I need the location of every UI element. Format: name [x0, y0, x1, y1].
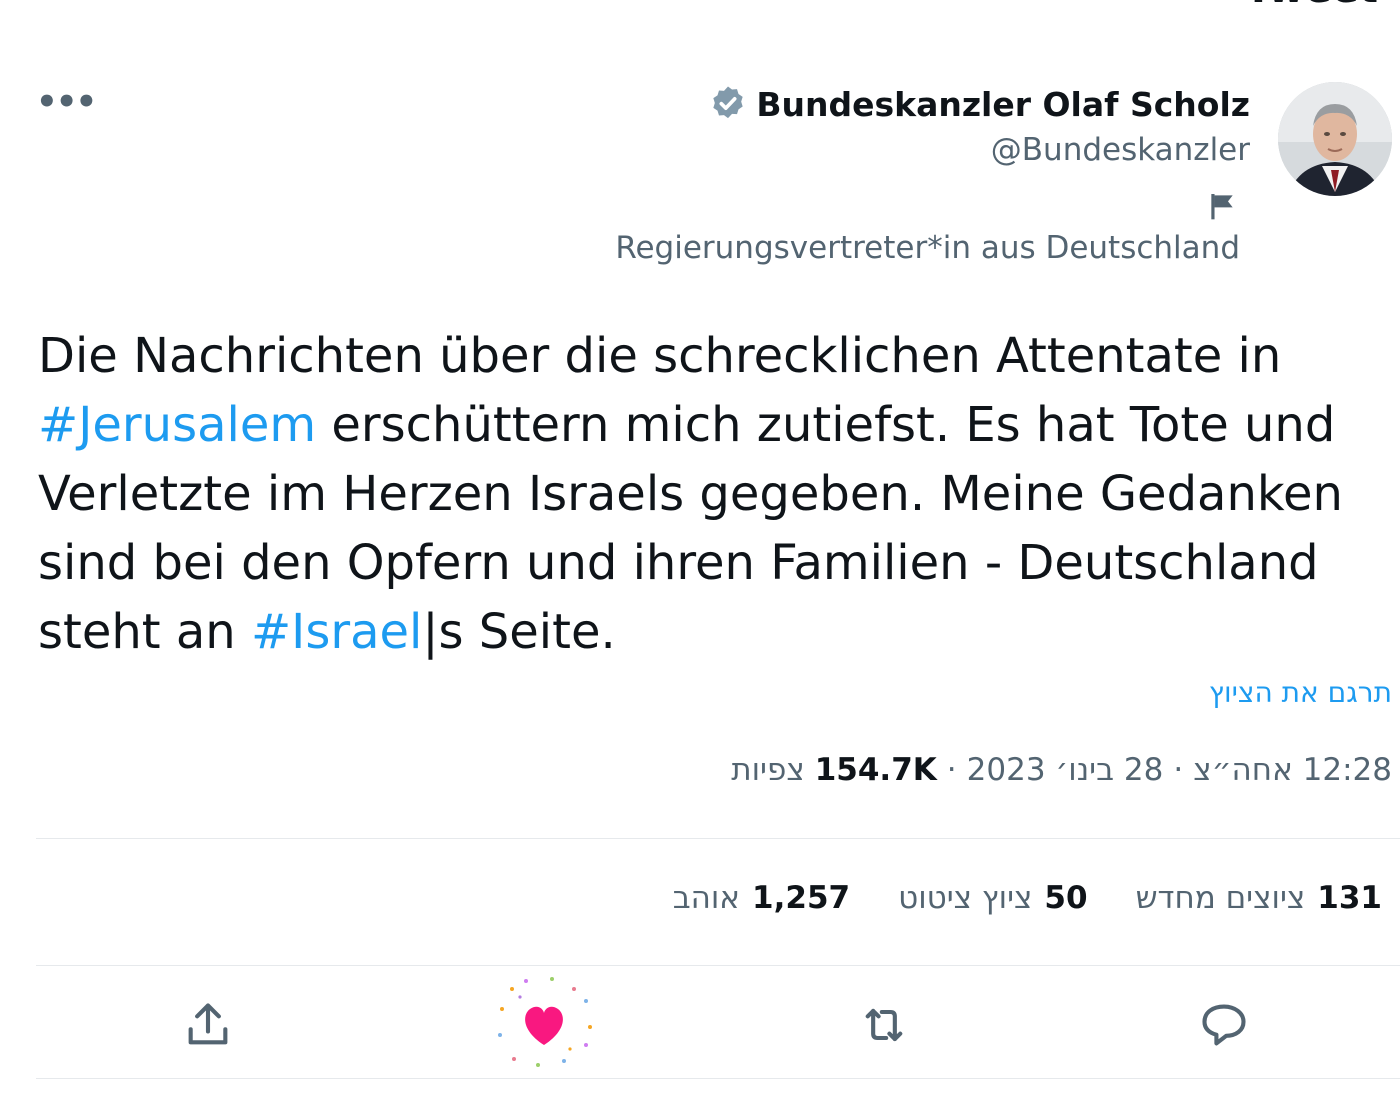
hashtag-link-israel[interactable]: #Israel: [251, 604, 422, 660]
engagement-stats: 131 ציוצים מחדש 50 ציוץ ציטוט 1,257 אוהב: [673, 880, 1382, 916]
avatar-image: [1278, 82, 1392, 196]
author-display-name: Bundeskanzler Olaf Scholz: [756, 84, 1250, 124]
retweets-count: 131: [1317, 880, 1382, 916]
government-label: Regierungsvertreter*in aus Deutschland: [615, 230, 1240, 266]
quotes-label: ציוץ ציטוט: [898, 880, 1033, 916]
page-title: Tweet: [1245, 0, 1378, 12]
more-options-button[interactable]: •••: [36, 82, 97, 122]
tweet-date[interactable]: 28 בינו׳ 2023: [967, 752, 1164, 788]
author-handle[interactable]: @Bundeskanzler: [991, 128, 1250, 172]
author-header: Bundeskanzler Olaf Scholz @Bundeskanzler: [708, 80, 1250, 172]
retweet-icon[interactable]: [858, 999, 910, 1051]
tweet-time[interactable]: 12:28 אחה״צ: [1193, 752, 1392, 788]
tweet-actions-bar: [0, 977, 1400, 1067]
heart-icon[interactable]: [492, 975, 596, 1075]
views-count: 154.7K: [814, 752, 937, 788]
tweet-text: Die Nachrichten über die schrecklichen A…: [38, 322, 1378, 667]
divider: [36, 838, 1400, 839]
quotes-stat[interactable]: 50 ציוץ ציטוט: [898, 880, 1087, 916]
divider: [36, 1078, 1400, 1079]
avatar[interactable]: [1278, 82, 1392, 196]
tweet-detail-page: Tweet ••• Bundeskanzler Olaf Scholz @Bun…: [0, 0, 1400, 1105]
quotes-count: 50: [1044, 880, 1088, 916]
more-icon: •••: [36, 82, 97, 122]
verified-badge-icon: [713, 86, 744, 119]
tweet-meta: 12:28 אחה״צ · 28 בינו׳ 2023 · 154.7K צפי…: [731, 752, 1392, 788]
likes-stat[interactable]: 1,257 אוהב: [673, 880, 850, 916]
meta-separator: ·: [1173, 752, 1184, 788]
likes-count: 1,257: [752, 880, 851, 916]
hashtag-link-jerusalem[interactable]: #Jerusalem: [38, 397, 316, 453]
divider: [36, 965, 1400, 966]
flag-icon: [1211, 194, 1233, 220]
translate-tweet-link[interactable]: תרגם את הציוץ: [1209, 676, 1392, 709]
retweets-label: ציוצים מחדש: [1135, 880, 1306, 916]
share-icon[interactable]: [182, 999, 234, 1051]
likes-label: אוהב: [672, 880, 741, 916]
views-label: צפיות: [731, 752, 805, 788]
retweets-stat[interactable]: 131 ציוצים מחדש: [1136, 880, 1382, 916]
tweet-text-part: |s Seite.: [422, 604, 616, 660]
meta-separator: ·: [946, 752, 957, 788]
author-name-row[interactable]: Bundeskanzler Olaf Scholz: [708, 80, 1250, 128]
tweet-text-part: Die Nachrichten über die schrecklichen A…: [38, 328, 1282, 384]
reply-icon[interactable]: [1198, 999, 1250, 1051]
